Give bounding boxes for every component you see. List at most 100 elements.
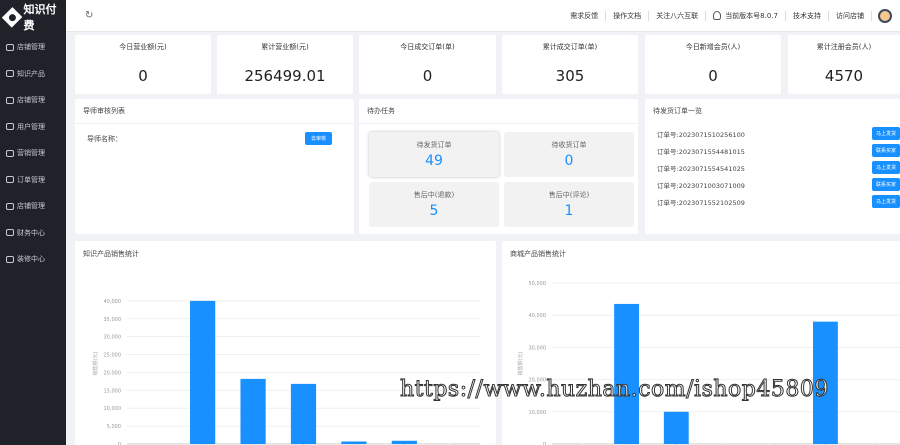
order-action-button[interactable]: 马上发货 [871, 127, 900, 140]
stat-card: 累计成交订单(单) 305 [502, 35, 638, 94]
list-item: 订单号:2023071554541025 马上发货 [645, 159, 900, 176]
sidebar-item[interactable]: 店铺管理 [0, 34, 66, 61]
chart-title: 商城产品销售统计 [510, 250, 566, 258]
task-pending-receipt[interactable]: 待收货订单 0 [504, 132, 634, 177]
stat-card: 今日营业额(元) 0 [75, 35, 211, 94]
order-number: 订单号:2023071554481015 [657, 147, 745, 156]
sidebar-item[interactable]: 订单管理 [0, 167, 66, 194]
knowledge-sales-chart: 05,00010,00015,00020,00025,00030,00035,0… [92, 299, 480, 445]
y-tick-label: 30,000 [529, 345, 547, 351]
follow-link[interactable]: 关注八六互联 [649, 10, 705, 22]
task-value: 5 [429, 203, 439, 219]
menu-icon [6, 96, 14, 104]
y-tick-label: 20,000 [104, 370, 122, 376]
y-tick-label: 25,000 [104, 353, 122, 359]
order-number: 订单号:2023071003071009 [657, 181, 745, 190]
stat-value: 305 [555, 67, 585, 85]
sidebar-item-label: 用户管理 [17, 122, 45, 131]
stat-label: 今日营业额(元) [119, 43, 167, 51]
y-tick-label: 10,000 [104, 406, 122, 412]
y-tick-label: 10,000 [529, 410, 547, 416]
menu-icon [6, 43, 14, 51]
support-link[interactable]: 技术支持 [786, 10, 828, 22]
task-label: 售后中(评论) [548, 191, 590, 199]
task-label: 待发货订单 [416, 141, 452, 149]
avatar[interactable] [878, 8, 892, 23]
task-label: 售后中(退款) [413, 191, 455, 199]
todo-panel: 待办任务 待发货订单 49 待收货订单 0 售后中(退款) 5 售后中(评论) … [359, 99, 638, 234]
bar[interactable] [341, 441, 367, 444]
order-action-button[interactable]: 联系买家 [871, 144, 900, 157]
stat-card: 今日成交订单(单) 0 [359, 35, 496, 94]
docs-link[interactable]: 操作文档 [606, 10, 648, 22]
order-action-button[interactable]: 联系买家 [871, 178, 900, 191]
top-bar: ↻ 需求反馈 操作文档 关注八六互联 当前版本号8.0.7 技术支持 访问店铺 [66, 0, 900, 32]
menu-icon [6, 70, 14, 78]
sidebar-item-label: 营销管理 [17, 149, 45, 158]
stat-card: 累计营业额(元) 256499.01 [217, 35, 353, 94]
list-item: 订单号:2023071003071009 联系买家 [645, 176, 900, 193]
y-tick-label: 15,000 [104, 388, 122, 394]
y-tick-label: 5,000 [107, 424, 121, 430]
feedback-link[interactable]: 需求反馈 [563, 10, 605, 22]
stat-value: 0 [422, 67, 433, 85]
mall-sales-chart-card: 商城产品销售统计 0 10,000 20,000 30,000 40,000 50,000… [502, 241, 900, 445]
stat-label: 累计成交订单(单) [542, 43, 598, 51]
stat-value: 256499.01 [244, 67, 326, 85]
bar[interactable] [663, 411, 689, 444]
y-axis-label: 销售额(元) [517, 352, 524, 376]
sidebar-item[interactable]: 用户管理 [0, 114, 66, 141]
menu-icon [6, 255, 14, 263]
order-number: 订单号:2023071554541025 [657, 164, 745, 173]
stat-value: 0 [708, 67, 718, 85]
stat-card: 累计注册会员(人) 4570 [788, 35, 900, 94]
lightbulb-icon [713, 11, 722, 20]
stat-label: 今日成交订单(单) [400, 43, 455, 51]
sidebar-item[interactable]: 财务中心 [0, 220, 66, 247]
list-item: 订单号:2023071510256100 马上发货 [645, 125, 900, 142]
menu-icon [6, 123, 14, 131]
sidebar-item[interactable]: 装修中心 [0, 246, 66, 273]
stat-label: 累计注册会员(人) [816, 43, 872, 51]
order-action-button[interactable]: 马上发货 [871, 195, 900, 208]
visit-store-link[interactable]: 访问店铺 [829, 10, 871, 22]
sidebar-item[interactable]: 店铺管理 [0, 193, 66, 220]
task-label: 待收货订单 [551, 141, 587, 149]
sidebar-item-label: 知识产品 [17, 69, 45, 78]
app-logo[interactable]: 知识付费 [0, 0, 66, 34]
task-value: 1 [564, 203, 574, 219]
y-tick-label: 50,000 [529, 281, 547, 287]
bar[interactable] [190, 300, 216, 444]
list-item: 订单号:2023071554481015 联系买家 [645, 142, 900, 159]
chart-title: 知识产品销售统计 [83, 250, 139, 258]
order-number: 订单号:2023071552102509 [657, 198, 745, 207]
logo-text: 知识付费 [23, 3, 57, 32]
review-button[interactable]: 去审核 [304, 132, 332, 145]
stat-value: 4570 [824, 67, 864, 85]
mentor-review-panel: 导师审核列表 导师名称： 去审核 [75, 99, 354, 234]
sidebar-item[interactable]: 店铺管理 [0, 87, 66, 114]
list-item: 订单号:2023071552102509 马上发货 [645, 193, 900, 210]
bar[interactable] [391, 440, 417, 444]
task-pending-shipment[interactable]: 待发货订单 49 [369, 132, 499, 177]
sidebar-item[interactable]: 营销管理 [0, 140, 66, 167]
sidebar-item-label: 店铺管理 [17, 202, 45, 211]
bar[interactable] [240, 378, 266, 444]
bar[interactable] [614, 303, 639, 444]
stat-value: 0 [138, 67, 148, 85]
menu-icon [6, 176, 14, 184]
mentor-name-label: 导师名称： [87, 134, 122, 143]
y-axis-label: 销售额(元) [92, 352, 99, 376]
order-action-button[interactable]: 马上发货 [871, 161, 900, 174]
logo-icon [1, 6, 23, 28]
knowledge-sales-chart-card: 知识产品销售统计 0 5,000 10,000 15,000 20,000 25,000 3… [75, 241, 496, 445]
task-review[interactable]: 售后中(评论) 1 [504, 182, 634, 227]
task-value: 49 [425, 153, 443, 169]
refresh-icon[interactable]: ↻ [85, 10, 93, 21]
panel-title: 待办任务 [359, 99, 638, 124]
sidebar-item[interactable]: 知识产品 [0, 61, 66, 88]
task-refund[interactable]: 售后中(退款) 5 [369, 182, 499, 227]
stat-label: 今日新增会员(人) [685, 43, 741, 51]
task-value: 0 [564, 153, 574, 169]
bar[interactable] [290, 383, 317, 444]
